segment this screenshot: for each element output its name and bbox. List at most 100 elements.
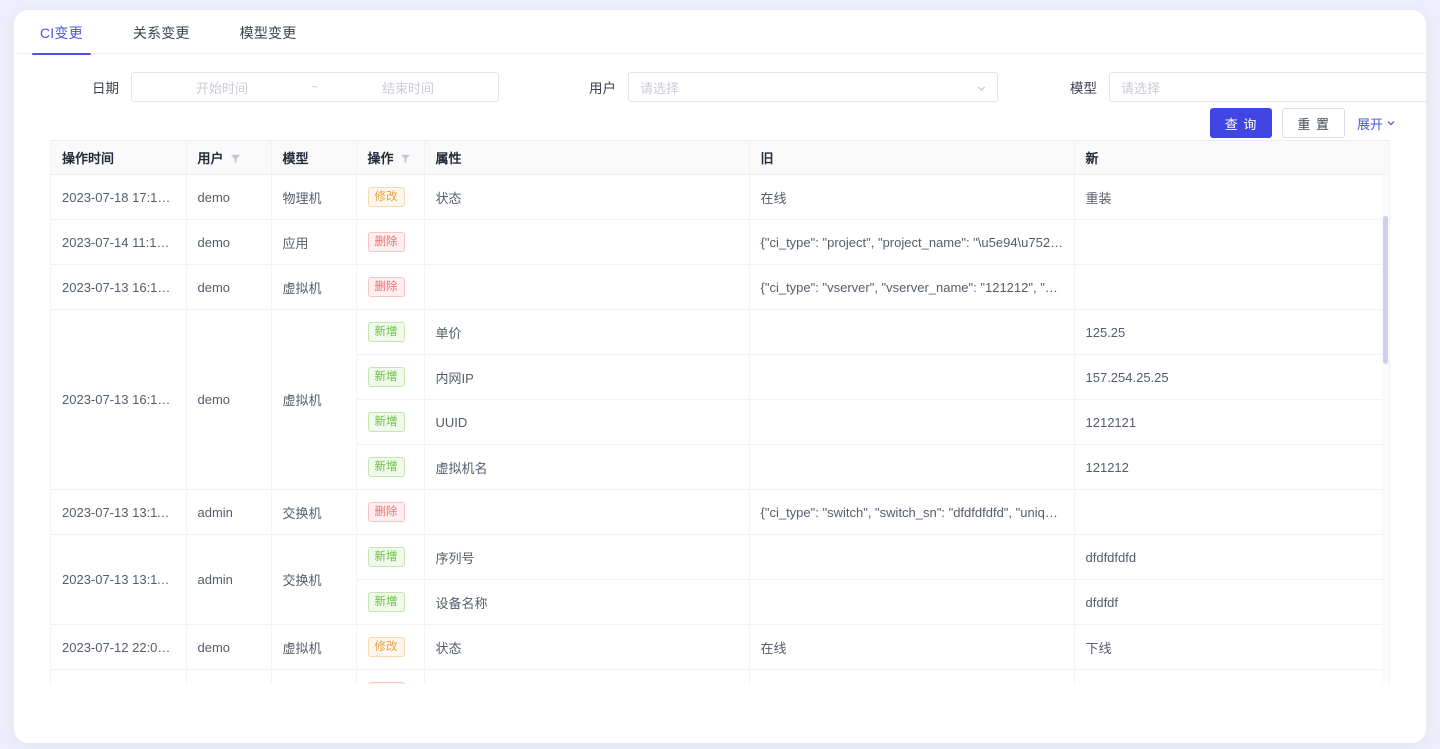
cell-user: demo	[186, 219, 272, 265]
operation-tag: 新增	[367, 547, 405, 567]
table-scrollbar-thumb[interactable]	[1383, 216, 1388, 364]
date-end-placeholder: 结束时间	[381, 80, 434, 96]
cell-operation: 删除	[356, 489, 425, 535]
user-field: 用户 请选择	[589, 72, 998, 102]
operation-tag: 新增	[367, 592, 405, 612]
date-range-separator: ~	[311, 80, 319, 94]
reset-button[interactable]: 重 置	[1282, 108, 1345, 138]
operation-tag: 新增	[367, 322, 405, 342]
cell-time: 2023-07-13 16:16:28	[51, 309, 187, 490]
cell-model: 虚拟机	[271, 309, 357, 490]
cell-time: 2023-07-18 17:13:40	[51, 174, 187, 220]
cell-old-value: {"ci_type": "vserver", "vserver_name": "…	[749, 264, 1075, 310]
cell-attribute: 状态	[424, 624, 750, 670]
tab-relation-change[interactable]: 关系变更	[131, 23, 192, 54]
cell-attribute: UUID	[424, 399, 750, 445]
cell-user: admin	[186, 534, 272, 625]
cell-model: 应用	[271, 219, 357, 265]
cell-new-value: dfdfdfdfd	[1074, 534, 1389, 580]
cell-attribute: 单价	[424, 309, 750, 355]
operation-tag: 删除	[367, 682, 405, 684]
cell-operation: 新增	[356, 399, 425, 445]
model-field: 模型 请选择	[1070, 72, 1426, 102]
date-range-input[interactable]: 开始时间 ~ 结束时间	[131, 72, 499, 102]
cell-old-value: 在线	[749, 624, 1075, 670]
tab-model-change[interactable]: 模型变更	[238, 23, 299, 54]
cell-model: 物理机	[271, 174, 357, 220]
column-header-new[interactable]: 新	[1074, 141, 1389, 175]
cell-model: 虚拟机	[271, 669, 357, 684]
cell-operation: 修改	[356, 174, 425, 220]
operation-tag: 删除	[367, 277, 405, 297]
date-field: 日期 开始时间 ~ 结束时间	[92, 72, 499, 102]
table-row: 2023-07-13 16:18:38 demo 虚拟机 删除 {"ci_type": …	[51, 264, 1389, 310]
cell-new-value: dfdfdf	[1074, 579, 1389, 625]
model-label: 模型	[1070, 81, 1097, 96]
model-select-placeholder: 请选择	[1121, 80, 1161, 96]
filter-icon[interactable]	[230, 152, 241, 164]
table-scrollbar-track[interactable]	[1382, 174, 1389, 684]
operation-tag: 新增	[367, 412, 405, 432]
operation-tag: 修改	[367, 637, 405, 657]
cell-user: admin	[186, 489, 272, 535]
table-row: 2023-07-13 13:11:36 admin 交换机 新增 序列号 dfdfdfdf…	[51, 534, 1389, 625]
table-row: 2023-07-12 22:00:08 demo 虚拟机 修改 状态 在线 下线	[51, 624, 1389, 670]
filter-icon[interactable]	[400, 152, 411, 164]
app-card: CI变更 关系变更 模型变更 日期 开始时间 ~ 结束时间 用户 请选择 模型 …	[14, 10, 1426, 743]
tab-ci-change[interactable]: CI变更	[32, 23, 91, 55]
column-header-operation[interactable]: 操作	[356, 141, 425, 175]
cell-attribute: 虚拟机名	[424, 444, 750, 490]
cell-old-value	[749, 399, 1075, 445]
model-select[interactable]: 请选择	[1109, 72, 1426, 102]
cell-new-value: 125.25	[1074, 309, 1389, 355]
cell-new-value: 重装	[1074, 174, 1389, 220]
table-head: 操作时间 用户 模型 操作 属性 旧 新	[51, 141, 1389, 175]
column-header-time[interactable]: 操作时间	[51, 141, 187, 175]
cell-attribute	[424, 489, 750, 535]
cell-old-value	[749, 579, 1075, 625]
cell-old-value	[749, 444, 1075, 490]
cell-old-value	[749, 534, 1075, 580]
cell-operation: 新增	[356, 309, 425, 355]
cell-user: demo	[186, 624, 272, 670]
cell-time: 2023-07-13 13:11:48	[51, 489, 187, 535]
expand-toggle-label: 展开	[1356, 116, 1383, 132]
operation-tag: 修改	[367, 187, 405, 207]
user-label: 用户	[589, 81, 616, 96]
cell-operation: 新增	[356, 354, 425, 400]
table-body: 2023-07-18 17:13:40 demo 物理机 修改 状态 在线 重装 2023-0…	[51, 174, 1389, 684]
column-header-old[interactable]: 旧	[749, 141, 1075, 175]
cell-old-value	[749, 354, 1075, 400]
chevron-down-icon	[976, 82, 987, 93]
operation-tag: 新增	[367, 367, 405, 387]
cell-user: demo	[186, 669, 272, 684]
tab-list: CI变更 关系变更 模型变更	[32, 23, 1426, 55]
expand-toggle[interactable]: 展开	[1357, 114, 1396, 133]
cell-new-value	[1074, 219, 1389, 265]
column-header-model[interactable]: 模型	[271, 141, 357, 175]
user-select[interactable]: 请选择	[628, 72, 998, 102]
column-header-attribute[interactable]: 属性	[424, 141, 750, 175]
search-button[interactable]: 查 询	[1209, 108, 1273, 138]
cell-operation: 删除	[356, 219, 425, 265]
cell-user: demo	[186, 309, 272, 490]
cell-new-value: 121212	[1074, 444, 1389, 490]
column-header-attribute-label: 属性	[435, 151, 462, 166]
cell-operation: 删除	[356, 669, 425, 684]
filters-row: 日期 开始时间 ~ 结束时间 用户 请选择 模型 请选择	[40, 72, 1426, 102]
cell-attribute: 内网IP	[424, 354, 750, 400]
column-header-model-label: 模型	[282, 151, 309, 166]
cell-user: demo	[186, 264, 272, 310]
user-select-placeholder: 请选择	[640, 80, 680, 96]
column-header-user-label: 用户	[197, 151, 224, 166]
column-header-user[interactable]: 用户	[186, 141, 272, 175]
cell-attribute	[424, 219, 750, 265]
cell-time: 2023-07-14 11:15:45	[51, 219, 187, 265]
table-row: 2023-07-18 17:13:40 demo 物理机 修改 状态 在线 重装	[51, 174, 1389, 220]
change-table: 操作时间 用户 模型 操作 属性 旧 新 2023-07-18 17:13:40…	[51, 141, 1389, 684]
cell-new-value: 1212121	[1074, 399, 1389, 445]
search-form: 日期 开始时间 ~ 结束时间 用户 请选择 模型 请选择 查 询 重 置 展开	[14, 54, 1426, 140]
chevron-down-icon	[1387, 121, 1395, 126]
operation-tag: 删除	[367, 232, 405, 252]
cell-operation: 修改	[356, 624, 425, 670]
